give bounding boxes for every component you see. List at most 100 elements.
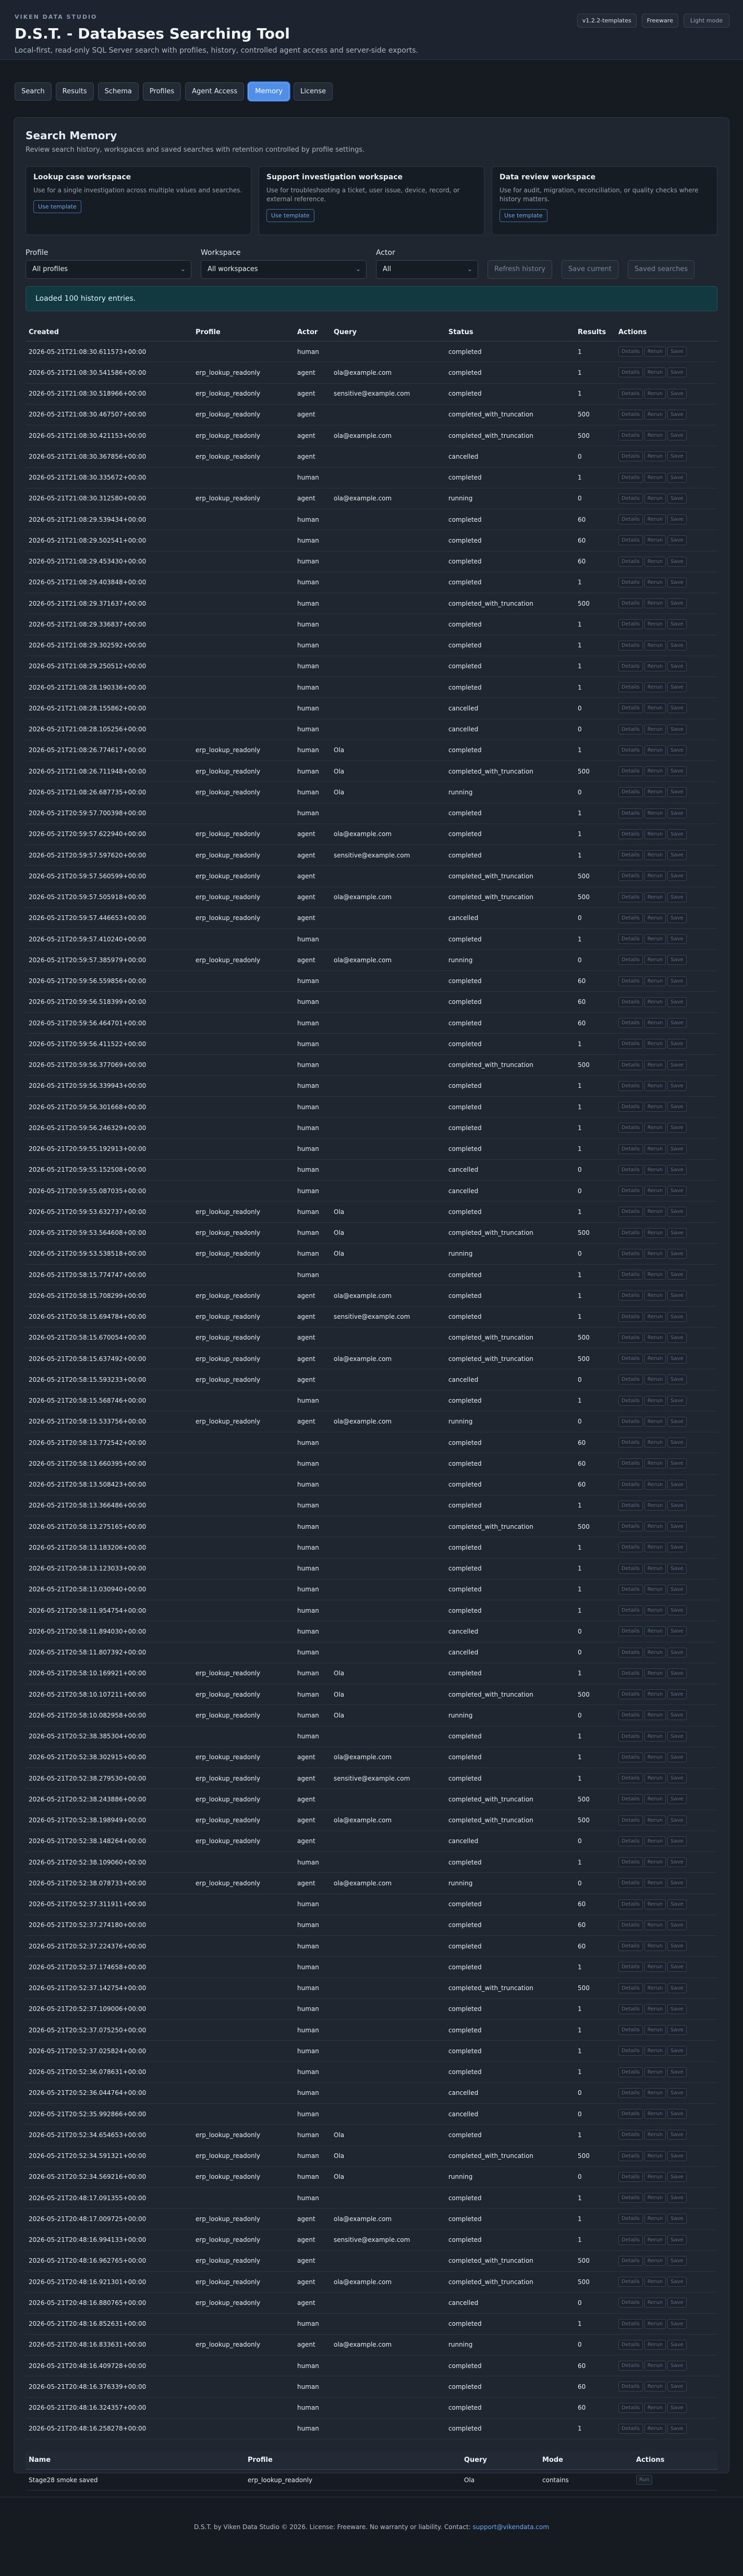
rerun-button[interactable]: Rerun [644, 976, 666, 986]
tab-results[interactable]: Results [55, 82, 94, 101]
details-button[interactable]: Details [618, 2004, 643, 2014]
rerun-button[interactable]: Rerun [644, 745, 666, 755]
rerun-button[interactable]: Rerun [644, 1164, 666, 1175]
save-button[interactable]: Save [667, 1332, 687, 1343]
save-button[interactable]: Save [667, 1563, 687, 1574]
rerun-button[interactable]: Rerun [644, 1060, 666, 1070]
details-button[interactable]: Details [618, 619, 643, 630]
rerun-button[interactable]: Rerun [644, 2255, 666, 2266]
details-button[interactable]: Details [618, 1354, 643, 1364]
details-button[interactable]: Details [618, 724, 643, 734]
save-button[interactable]: Save [667, 934, 687, 944]
details-button[interactable]: Details [618, 1668, 643, 1678]
save-button[interactable]: Save [667, 409, 687, 420]
details-button[interactable]: Details [618, 703, 643, 714]
save-button[interactable]: Save [667, 1102, 687, 1112]
save-button[interactable]: Save [667, 1731, 687, 1741]
rerun-button[interactable]: Rerun [644, 1836, 666, 1846]
details-button[interactable]: Details [618, 493, 643, 504]
save-button[interactable]: Save [667, 871, 687, 881]
save-button[interactable]: Save [667, 850, 687, 861]
save-button[interactable]: Save [667, 1395, 687, 1406]
save-button[interactable]: Save [667, 619, 687, 630]
rerun-button[interactable]: Rerun [644, 1899, 666, 1909]
details-button[interactable]: Details [618, 1144, 643, 1154]
rerun-button[interactable]: Rerun [644, 2382, 666, 2392]
details-button[interactable]: Details [618, 2361, 643, 2371]
save-button[interactable]: Save [667, 1626, 687, 1637]
rerun-button[interactable]: Rerun [644, 1438, 666, 1448]
save-button[interactable]: Save [667, 1248, 687, 1259]
profile-select[interactable]: All profiles ⌄ [26, 260, 191, 279]
rerun-button[interactable]: Rerun [644, 1542, 666, 1553]
rerun-button[interactable]: Rerun [644, 1941, 666, 1952]
save-button[interactable]: Save [667, 1458, 687, 1469]
save-button[interactable]: Save [667, 955, 687, 965]
save-button[interactable]: Save [667, 1899, 687, 1909]
details-button[interactable]: Details [618, 1438, 643, 1448]
details-button[interactable]: Details [618, 1018, 643, 1028]
details-button[interactable]: Details [618, 745, 643, 755]
details-button[interactable]: Details [618, 1626, 643, 1637]
details-button[interactable]: Details [618, 1479, 643, 1490]
details-button[interactable]: Details [618, 850, 643, 861]
details-button[interactable]: Details [618, 1794, 643, 1805]
rerun-button[interactable]: Rerun [644, 1291, 666, 1301]
details-button[interactable]: Details [618, 514, 643, 525]
details-button[interactable]: Details [618, 1941, 643, 1952]
save-button[interactable]: Save [667, 2255, 687, 2266]
actor-select[interactable]: All ⌄ [376, 260, 478, 279]
rerun-button[interactable]: Rerun [644, 367, 666, 378]
details-button[interactable]: Details [618, 2109, 643, 2119]
rerun-button[interactable]: Rerun [644, 1920, 666, 1930]
details-button[interactable]: Details [618, 2130, 643, 2140]
details-button[interactable]: Details [618, 1102, 643, 1112]
details-button[interactable]: Details [618, 913, 643, 923]
use-template-button[interactable]: Use template [33, 200, 81, 213]
rerun-button[interactable]: Rerun [644, 2193, 666, 2203]
details-button[interactable]: Details [618, 2255, 643, 2266]
use-template-button[interactable]: Use template [266, 209, 314, 222]
rerun-button[interactable]: Rerun [644, 1522, 666, 1532]
rerun-button[interactable]: Rerun [644, 934, 666, 944]
details-button[interactable]: Details [618, 1291, 643, 1301]
details-button[interactable]: Details [618, 1186, 643, 1196]
save-button[interactable]: Save [667, 2402, 687, 2413]
save-button[interactable]: Save [667, 1018, 687, 1028]
save-button[interactable]: Save [667, 703, 687, 714]
save-button[interactable]: Save [667, 1164, 687, 1175]
rerun-button[interactable]: Rerun [644, 787, 666, 798]
rerun-button[interactable]: Rerun [644, 1983, 666, 1993]
rerun-button[interactable]: Rerun [644, 1689, 666, 1700]
rerun-button[interactable]: Rerun [644, 1354, 666, 1364]
save-button[interactable]: Save [667, 388, 687, 399]
details-button[interactable]: Details [618, 409, 643, 420]
save-button[interactable]: Save [667, 1416, 687, 1427]
save-button[interactable]: Save [667, 451, 687, 462]
save-button[interactable]: Save [667, 1857, 687, 1868]
details-button[interactable]: Details [618, 787, 643, 798]
rerun-button[interactable]: Rerun [644, 682, 666, 693]
save-button[interactable]: Save [667, 431, 687, 441]
rerun-button[interactable]: Rerun [644, 1458, 666, 1469]
rerun-button[interactable]: Rerun [644, 556, 666, 567]
save-button[interactable]: Save [667, 2046, 687, 2056]
rerun-button[interactable]: Rerun [644, 2172, 666, 2182]
details-button[interactable]: Details [618, 556, 643, 567]
rerun-button[interactable]: Rerun [644, 640, 666, 651]
rerun-button[interactable]: Rerun [644, 2088, 666, 2098]
rerun-button[interactable]: Rerun [644, 1815, 666, 1825]
save-button[interactable]: Save [667, 347, 687, 357]
rerun-button[interactable]: Rerun [644, 1228, 666, 1238]
save-button[interactable]: Save [667, 2382, 687, 2392]
rerun-button[interactable]: Rerun [644, 997, 666, 1007]
details-button[interactable]: Details [618, 2382, 643, 2392]
rerun-button[interactable]: Rerun [644, 2067, 666, 2077]
save-button[interactable]: Save [667, 1542, 687, 1553]
save-button[interactable]: Save [667, 1920, 687, 1930]
details-button[interactable]: Details [618, 1164, 643, 1175]
details-button[interactable]: Details [618, 1228, 643, 1238]
save-button[interactable]: Save [667, 1479, 687, 1490]
details-button[interactable]: Details [618, 451, 643, 462]
details-button[interactable]: Details [618, 997, 643, 1007]
